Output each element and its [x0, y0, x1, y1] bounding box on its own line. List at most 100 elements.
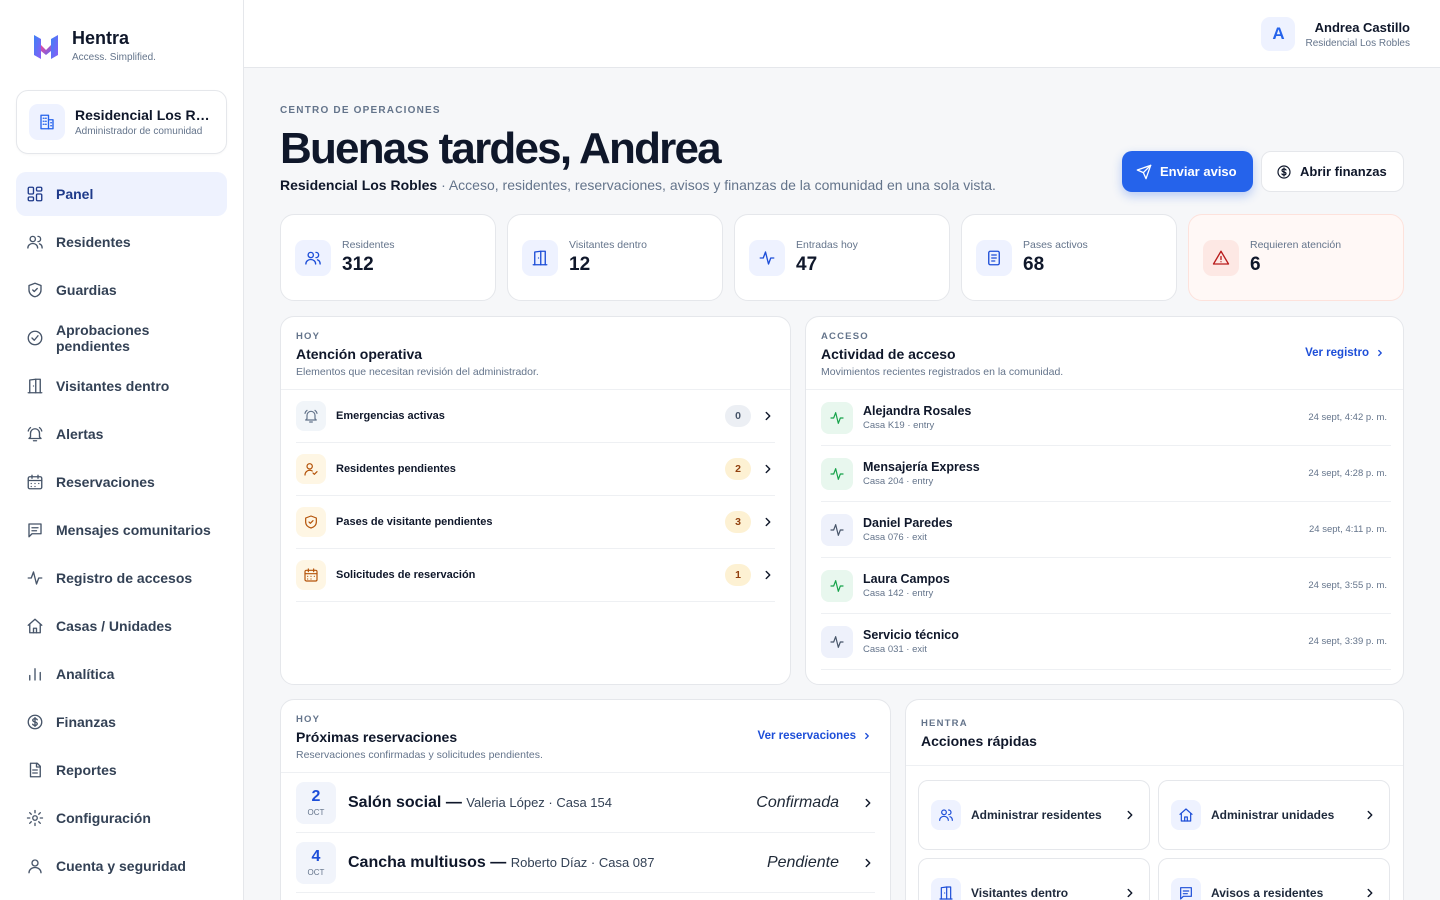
chevron-right-icon	[765, 464, 771, 474]
attention-item[interactable]: Pases de visitante pendientes 3	[296, 496, 775, 549]
stat-card[interactable]: Visitantes dentro 12	[507, 214, 723, 301]
activity-time: 24 sept, 4:42 p. m.	[1308, 412, 1387, 423]
view-reservations-link[interactable]: Ver reservaciones	[758, 730, 872, 742]
quick-action-avisos-a-residentes[interactable]: Avisos a residentes	[1158, 858, 1390, 900]
reservation-title: Salón social —	[348, 793, 462, 811]
activity-icon	[830, 411, 844, 424]
activity-name: Mensajería Express	[863, 460, 980, 474]
user-menu[interactable]: A Andrea Castillo Residencial Los Robles	[1261, 17, 1410, 51]
sidebar-item-registro-de-accesos[interactable]: Registro de accesos	[16, 556, 227, 600]
send-notice-button[interactable]: Enviar aviso	[1122, 151, 1253, 192]
reservation-month: OCT	[307, 807, 325, 817]
activity-meta: Casa 031 · exit	[863, 644, 927, 655]
quick-action-administrar-residentes[interactable]: Administrar residentes	[918, 780, 1150, 850]
card-subtitle: Reservaciones confirmadas y solicitudes …	[296, 749, 543, 761]
attention-card: HOY Atención operativa Elementos que nec…	[280, 316, 791, 685]
chevron-right-icon	[1378, 349, 1382, 357]
activity-icon	[830, 467, 844, 480]
stat-label: Requieren atención	[1250, 239, 1342, 251]
stat-value: 68	[1023, 254, 1045, 275]
activity-item[interactable]: Laura Campos Casa 142 · entry 24 sept, 3…	[821, 558, 1391, 614]
sidebar-item-analitica[interactable]: Analítica	[16, 652, 227, 696]
sidebar-item-residentes[interactable]: Residentes	[16, 220, 227, 264]
sidebar-item-panel[interactable]: Panel	[16, 172, 227, 216]
user-icon	[28, 859, 42, 874]
activity-item[interactable]: Mensajería Express Casa 204 · entry 24 s…	[821, 446, 1391, 502]
activity-meta: Casa 076 · exit	[863, 532, 927, 543]
activity-name: Alejandra Rosales	[863, 404, 972, 418]
attention-label: Pases de visitante pendientes	[336, 516, 493, 528]
chevron-right-icon	[1127, 810, 1133, 820]
chevron-right-icon	[1127, 888, 1133, 898]
reservation-details: Roberto Díaz · Casa 087	[510, 854, 655, 870]
reservation-month: OCT	[307, 867, 325, 877]
bell-icon	[27, 426, 43, 442]
community-switcher[interactable]: Residencial Los Robles Administrador de …	[16, 90, 227, 154]
sidebar-item-visitantes-dentro[interactable]: Visitantes dentro	[16, 364, 227, 408]
sidebar-item-label: Aprobaciones pendientes	[56, 322, 150, 354]
reservation-item[interactable]: 2 OCT Salón social — Valeria López · Cas…	[296, 773, 875, 833]
activity-time: 24 sept, 4:11 p. m.	[1309, 524, 1387, 535]
quick-action-administrar-unidades[interactable]: Administrar unidades	[1158, 780, 1390, 850]
activity-meta: Casa K19 · entry	[863, 420, 935, 431]
quick-action-icon	[931, 800, 961, 830]
file-icon	[29, 762, 41, 778]
brand[interactable]: Hentra Access. Simplified.	[32, 28, 156, 63]
shield-icon	[305, 515, 317, 529]
stat-value: 6	[1250, 254, 1261, 275]
stat-card[interactable]: Requieren atención 6	[1188, 214, 1404, 301]
sidebar-item-aprobaciones-pendientes[interactable]: Aprobaciones pendientes	[16, 316, 227, 360]
sidebar-item-configuracion[interactable]: Configuración	[16, 796, 227, 840]
reservation-item[interactable]: 4 OCT Cancha multiusos — Roberto Díaz · …	[296, 833, 875, 893]
activity-list: Alejandra Rosales Casa K19 · entry 24 se…	[806, 390, 1403, 670]
attention-count-badge: 1	[725, 564, 751, 586]
stat-card[interactable]: Pases activos 68	[961, 214, 1177, 301]
activity-icon	[27, 571, 43, 585]
dollar-icon	[1277, 164, 1291, 179]
chevron-right-icon	[765, 517, 771, 527]
activity-time: 24 sept, 3:39 p. m.	[1308, 636, 1387, 647]
open-finances-label: Abrir finanzas	[1300, 164, 1387, 179]
activity-item[interactable]: Alejandra Rosales Casa K19 · entry 24 se…	[821, 390, 1391, 446]
card-subtitle: Movimientos recientes registrados en la …	[821, 366, 1064, 378]
card-title: Atención operativa	[296, 346, 423, 362]
card-eyebrow: HOY	[296, 331, 321, 342]
attention-item[interactable]: Residentes pendientes 2	[296, 443, 775, 496]
activity-item[interactable]: Servicio técnico Casa 031 · exit 24 sept…	[821, 614, 1391, 670]
attention-count-badge: 0	[725, 405, 751, 427]
sidebar-item-reservaciones[interactable]: Reservaciones	[16, 460, 227, 504]
sidebar-item-cuenta-y-seguridad[interactable]: Cuenta y seguridad	[16, 844, 227, 888]
stat-card[interactable]: Entradas hoy 47	[734, 214, 950, 301]
reservation-date: 4 OCT	[296, 841, 336, 884]
chevron-right-icon	[865, 858, 871, 867]
view-log-link[interactable]: Ver registro	[1305, 347, 1385, 359]
reservations-list: 2 OCT Salón social — Valeria López · Cas…	[281, 773, 890, 893]
sidebar-item-reportes[interactable]: Reportes	[16, 748, 227, 792]
quick-action-label: Administrar residentes	[971, 808, 1102, 822]
sidebar-item-finanzas[interactable]: Finanzas	[16, 700, 227, 744]
sidebar-item-label: Cuenta y seguridad	[56, 858, 186, 874]
users-icon	[939, 809, 953, 821]
sidebar-item-guardias[interactable]: Guardias	[16, 268, 227, 312]
reservation-day: 4	[311, 847, 321, 865]
page-subtitle: Residencial Los Robles · Acceso, residen…	[280, 177, 996, 193]
calendar-icon	[304, 568, 318, 582]
activity-icon	[821, 569, 853, 602]
door-icon	[27, 378, 43, 394]
sidebar-item-alertas[interactable]: Alertas	[16, 412, 227, 456]
message-icon	[1180, 887, 1192, 900]
open-finances-button[interactable]: Abrir finanzas	[1261, 151, 1404, 192]
activity-meta: Casa 204 · entry	[863, 476, 934, 487]
attention-item[interactable]: Emergencias activas 0	[296, 390, 775, 443]
activity-name: Servicio técnico	[863, 628, 959, 642]
sidebar-item-casas-unidades[interactable]: Casas / Unidades	[16, 604, 227, 648]
activity-item[interactable]: Daniel Paredes Casa 076 · exit 24 sept, …	[821, 502, 1391, 558]
attention-item[interactable]: Solicitudes de reservación 1	[296, 549, 775, 602]
attention-icon	[296, 454, 326, 484]
attention-label: Solicitudes de reservación	[336, 569, 476, 581]
user-community: Residencial Los Robles	[1305, 37, 1410, 49]
community-role: Administrador de comunidad	[75, 126, 203, 137]
stat-card[interactable]: Residentes 312	[280, 214, 496, 301]
quick-action-visitantes-dentro[interactable]: Visitantes dentro	[918, 858, 1150, 900]
sidebar-item-mensajes-comunitarios[interactable]: Mensajes comunitarios	[16, 508, 227, 552]
